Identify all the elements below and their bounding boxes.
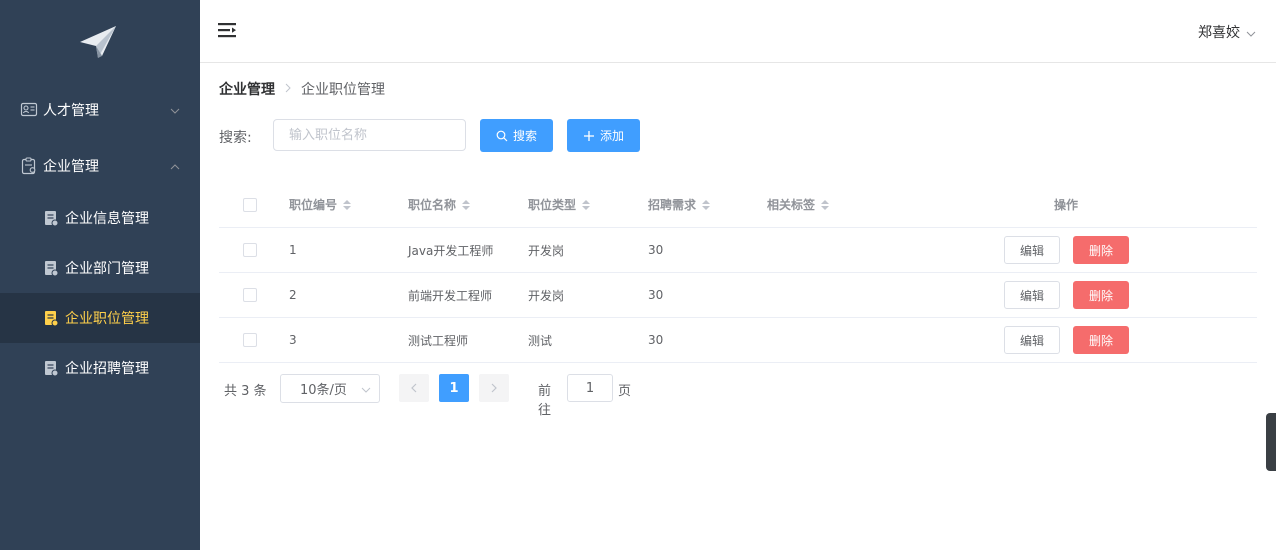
search-icon (496, 130, 508, 142)
sort-icon[interactable] (582, 199, 591, 210)
breadcrumb: 企业管理 企业职位管理 (219, 79, 385, 99)
table-row: 3 测试工程师 测试 30 编辑 删除 (219, 318, 1257, 363)
sidebar-item-label: 企业招聘管理 (65, 361, 149, 377)
column-header-tags[interactable]: 相关标签 (767, 182, 830, 227)
breadcrumb-enterprise-management[interactable]: 企业管理 (219, 79, 275, 99)
menu-talent-management-label: 人才管理 (43, 103, 99, 119)
cell-demand: 30 (648, 288, 664, 302)
chevron-right-icon (491, 383, 497, 393)
sort-icon[interactable] (702, 199, 711, 210)
edit-button[interactable]: 编辑 (1004, 281, 1060, 309)
delete-button[interactable]: 删除 (1073, 326, 1129, 354)
chevron-up-icon (170, 160, 180, 170)
column-header-label: 招聘需求 (648, 198, 697, 212)
user-menu[interactable]: 郑喜姣 (1198, 22, 1256, 42)
search-button-label: 搜索 (512, 129, 537, 143)
column-header-id[interactable]: 职位编号 (289, 182, 352, 227)
cell-id: 3 (289, 333, 297, 347)
cell-type: 开发岗 (528, 243, 565, 258)
row-checkbox[interactable] (243, 333, 257, 347)
table-row: 2 前端开发工程师 开发岗 30 编辑 删除 (219, 273, 1257, 318)
row-checkbox[interactable] (243, 288, 257, 302)
paper-plane-icon[interactable] (78, 22, 120, 62)
breadcrumb-separator-icon (284, 82, 292, 96)
sort-icon[interactable] (462, 199, 471, 210)
select-all-checkbox[interactable] (243, 197, 257, 212)
cell-demand: 30 (648, 333, 664, 347)
sidebar: 人才管理 企业管理 企业信息管理 企业部门管理 企业职位管理 企业招聘管理 (0, 0, 200, 550)
row-checkbox[interactable] (243, 243, 257, 257)
chevron-down-icon (361, 384, 371, 394)
doc-icon (42, 209, 60, 227)
prev-page-button[interactable] (399, 374, 429, 402)
column-header-name[interactable]: 职位名称 (408, 182, 471, 227)
cell-id: 2 (289, 288, 297, 302)
cell-type: 测试 (528, 333, 553, 348)
goto-label: 前往 (538, 384, 552, 418)
clipboard-icon (20, 157, 38, 175)
search-input[interactable] (273, 119, 466, 151)
sidebar-item-label: 企业部门管理 (65, 261, 149, 277)
position-table: 职位编号 职位名称 职位类型 招聘需求 相关标签 操作 1 Java开发工程师 … (219, 182, 1257, 363)
delete-button[interactable]: 删除 (1073, 236, 1129, 264)
sidebar-item-label: 企业职位管理 (65, 311, 149, 327)
menu-enterprise-management-label: 企业管理 (43, 159, 99, 175)
chevron-down-icon (170, 104, 180, 114)
sidebar-item-enterprise-position[interactable]: 企业职位管理 (0, 293, 200, 343)
edit-button[interactable]: 编辑 (1004, 326, 1060, 354)
cell-type: 开发岗 (528, 288, 565, 303)
sidebar-item-enterprise-recruitment[interactable]: 企业招聘管理 (0, 343, 200, 393)
search-button[interactable]: 搜索 (480, 119, 553, 152)
breadcrumb-current: 企业职位管理 (301, 82, 385, 98)
page-size-select[interactable]: 10条/页 (280, 374, 380, 403)
column-header-demand[interactable]: 招聘需求 (648, 182, 711, 227)
sort-icon[interactable] (343, 199, 352, 210)
cell-demand: 30 (648, 243, 664, 257)
search-label: 搜索: (219, 130, 252, 146)
chevron-down-icon (1246, 27, 1256, 37)
goto-page-input[interactable] (567, 374, 613, 402)
delete-button[interactable]: 删除 (1073, 281, 1129, 309)
chevron-left-icon (411, 383, 417, 393)
sidebar-item-label: 企业信息管理 (65, 211, 149, 227)
column-header-actions: 操作 (1054, 182, 1078, 227)
column-header-label: 操作 (1054, 198, 1079, 212)
cell-id: 1 (289, 243, 297, 257)
hamburger-icon[interactable] (218, 21, 238, 41)
edit-button[interactable]: 编辑 (1004, 236, 1060, 264)
column-header-label: 相关标签 (767, 198, 816, 212)
doc-icon (42, 359, 60, 377)
sidebar-item-enterprise-info[interactable]: 企业信息管理 (0, 193, 200, 243)
add-button[interactable]: 添加 (567, 119, 640, 152)
doc-icon (42, 309, 60, 327)
column-header-label: 职位编号 (289, 198, 338, 212)
column-header-type[interactable]: 职位类型 (528, 182, 591, 227)
menu-enterprise-management[interactable]: 企业管理 (0, 141, 200, 191)
pagination-total: 共 3 条 (224, 384, 267, 399)
page-label: 页 (618, 384, 632, 399)
sort-icon[interactable] (821, 199, 830, 210)
top-header: 郑喜姣 (200, 0, 1276, 63)
cell-name: Java开发工程师 (408, 243, 494, 258)
side-widget-handle[interactable] (1266, 413, 1276, 471)
user-name: 郑喜姣 (1198, 25, 1240, 41)
sidebar-item-enterprise-department[interactable]: 企业部门管理 (0, 243, 200, 293)
next-page-button[interactable] (479, 374, 509, 402)
page-number-button[interactable]: 1 (439, 374, 469, 402)
cell-name: 测试工程师 (408, 333, 469, 348)
plus-icon (583, 130, 595, 142)
cell-name: 前端开发工程师 (408, 288, 493, 303)
table-header-row: 职位编号 职位名称 职位类型 招聘需求 相关标签 操作 (219, 182, 1257, 228)
doc-icon (42, 259, 60, 277)
table-row: 1 Java开发工程师 开发岗 30 编辑 删除 (219, 228, 1257, 273)
add-button-label: 添加 (599, 129, 624, 143)
column-header-label: 职位名称 (408, 198, 457, 212)
page-size-value: 10条/页 (300, 383, 347, 398)
id-card-icon (20, 101, 38, 119)
column-header-label: 职位类型 (528, 198, 577, 212)
menu-talent-management[interactable]: 人才管理 (0, 85, 200, 135)
